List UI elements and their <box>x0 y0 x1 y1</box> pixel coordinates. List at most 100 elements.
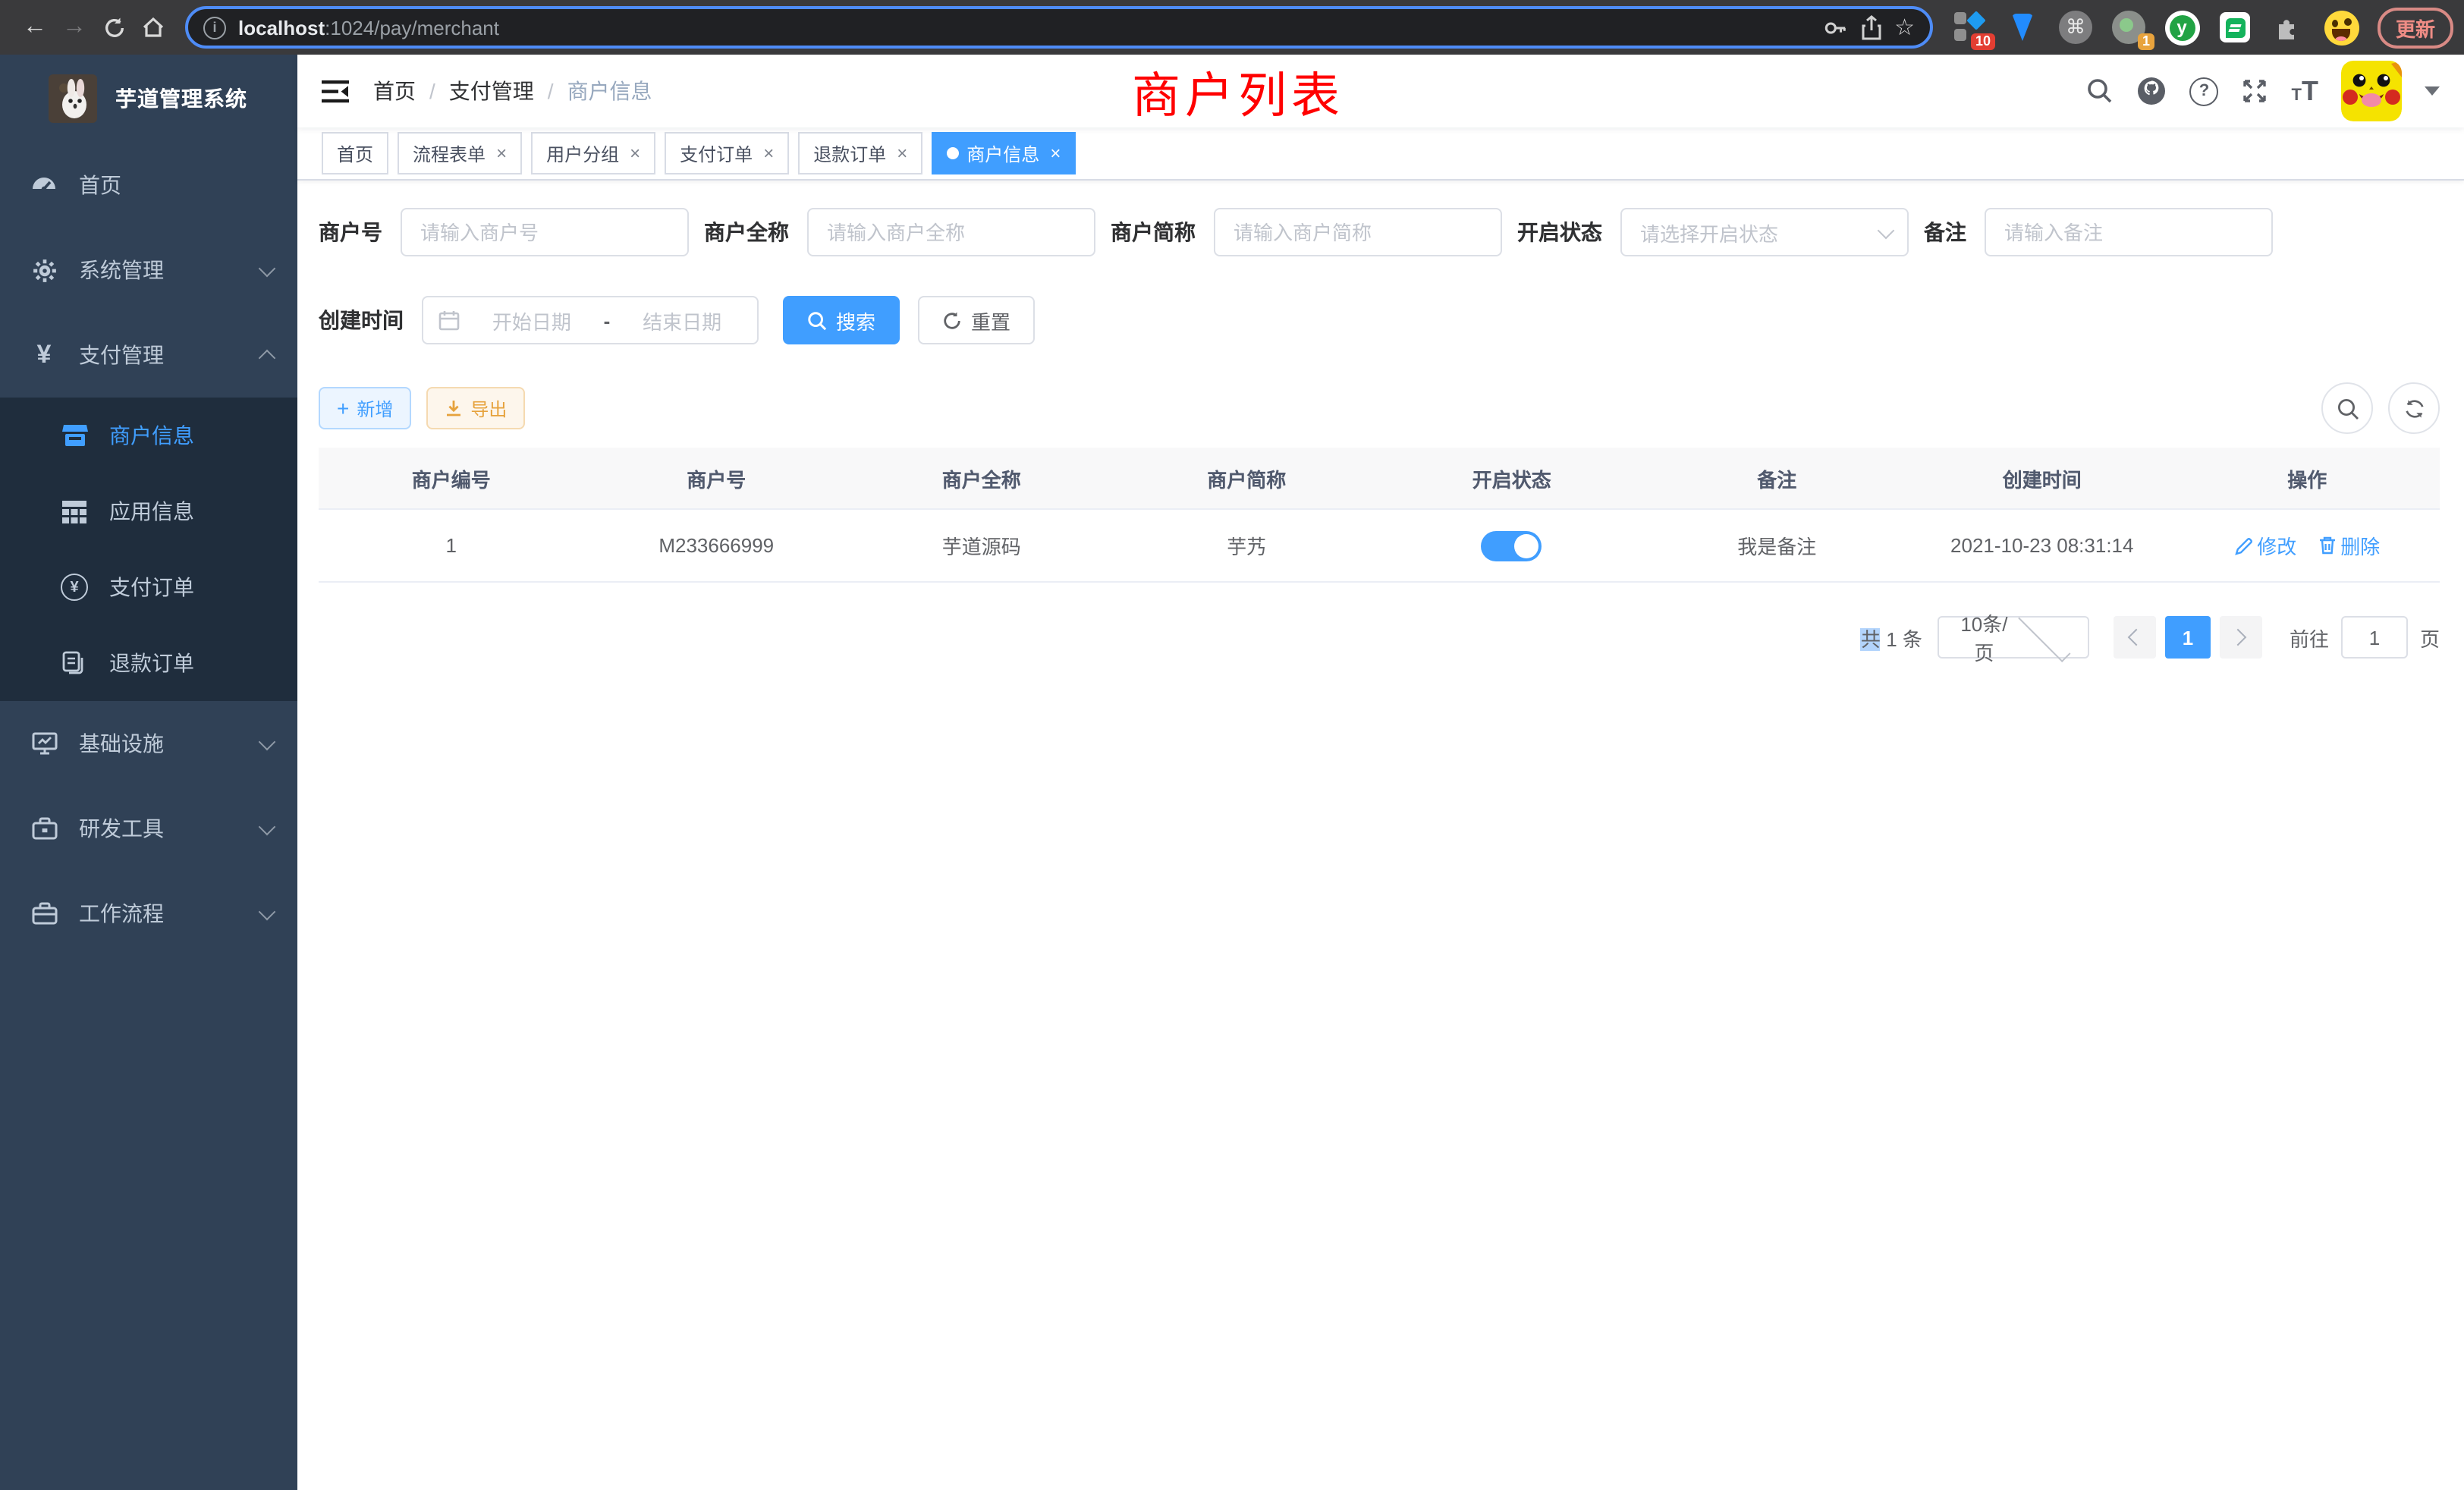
date-end-placeholder[interactable]: 结束日期 <box>622 306 742 335</box>
tab-home[interactable]: 首页 <box>322 132 388 174</box>
url-path: :1024/pay/merchant <box>325 16 499 39</box>
share-icon[interactable] <box>1859 14 1882 40</box>
github-icon[interactable] <box>2137 76 2167 106</box>
url-bar[interactable]: i localhost:1024/pay/merchant ☆ <box>185 6 1933 49</box>
sidebar-item-merchant-info[interactable]: 商户信息 <box>0 398 297 473</box>
sidebar-item-pay[interactable]: ¥ 支付管理 <box>0 313 297 398</box>
sidebar-item-home[interactable]: 首页 <box>0 143 297 228</box>
date-start-placeholder[interactable]: 开始日期 <box>472 306 592 335</box>
close-icon[interactable]: × <box>496 144 507 162</box>
button-label: 导出 <box>470 395 507 421</box>
delete-button[interactable]: 删除 <box>2318 531 2380 560</box>
merchant-no-input[interactable] <box>401 208 689 256</box>
remark-input[interactable] <box>1985 208 2273 256</box>
cell-short-name: 芋艿 <box>1114 509 1380 582</box>
breadcrumb-home[interactable]: 首页 <box>373 76 416 106</box>
sidebar-item-system[interactable]: 系统管理 <box>0 228 297 313</box>
bookmark-star-icon[interactable]: ☆ <box>1894 14 1915 41</box>
field-label: 商户号 <box>319 217 401 247</box>
extension-command-icon[interactable]: ⌘ <box>2057 9 2094 46</box>
close-icon[interactable]: × <box>630 144 640 162</box>
tags-view-bar: 首页 流程表单 × 用户分组× 支付订单× 退款订单 × 商户信息× <box>297 127 2464 181</box>
breadcrumb-pay[interactable]: 支付管理 <box>449 76 534 106</box>
search-icon[interactable] <box>2087 77 2114 105</box>
avatar-caret-icon[interactable] <box>2425 86 2440 96</box>
extension-y-icon[interactable]: y <box>2164 9 2200 46</box>
magnifier-icon <box>2336 397 2359 420</box>
cell-merchant-id: 1 <box>319 509 584 582</box>
chevron-down-icon <box>259 259 276 277</box>
next-page-button[interactable] <box>2220 616 2262 659</box>
sidebar-item-devtools[interactable]: 研发工具 <box>0 786 297 871</box>
close-icon[interactable]: × <box>897 144 907 162</box>
sidebar-item-workflow[interactable]: 工作流程 <box>0 871 297 956</box>
goto-page-input[interactable] <box>2341 616 2408 659</box>
prev-page-button[interactable] <box>2114 616 2156 659</box>
back-icon[interactable]: ← <box>15 8 55 47</box>
pagination-total: 共 1 条 <box>1861 623 1922 652</box>
status-select[interactable]: 请选择开启状态 <box>1620 208 1909 256</box>
extensions-puzzle-icon[interactable] <box>2270 9 2306 46</box>
col-merchant-no: 商户号 <box>584 448 850 509</box>
short-name-input[interactable] <box>1214 208 1502 256</box>
status-toggle[interactable] <box>1482 530 1542 561</box>
tab-label: 流程表单 <box>413 140 486 166</box>
close-icon[interactable]: × <box>1050 144 1061 162</box>
full-name-input[interactable] <box>807 208 1095 256</box>
extension-gem-icon[interactable] <box>2004 9 2041 46</box>
sidebar-item-refund-order[interactable]: 退款订单 <box>0 625 297 701</box>
extension-recorder-icon[interactable]: 1 <box>2110 9 2147 46</box>
help-icon[interactable]: ? <box>2190 77 2219 105</box>
chevron-down-icon <box>2019 609 2071 662</box>
total-prefix: 共 <box>1861 627 1881 650</box>
home-icon[interactable] <box>134 8 173 47</box>
font-size-icon[interactable]: TT <box>2292 77 2318 105</box>
export-button[interactable]: 导出 <box>426 387 525 429</box>
close-icon[interactable]: × <box>763 144 774 162</box>
tab-user-group[interactable]: 用户分组× <box>531 132 655 174</box>
tab-merchant-info[interactable]: 商户信息× <box>932 132 1076 174</box>
sidebar-item-infra[interactable]: 基础设施 <box>0 701 297 786</box>
user-avatar[interactable] <box>2341 61 2402 121</box>
tab-refund-order[interactable]: 退款订单 × <box>798 132 922 174</box>
password-key-icon[interactable] <box>1821 14 1847 40</box>
sidebar-fold-icon[interactable] <box>322 80 349 102</box>
refresh-table-button[interactable] <box>2388 382 2440 434</box>
tab-process-form[interactable]: 流程表单 × <box>398 132 522 174</box>
cell-status <box>1379 509 1645 582</box>
filter-created-time: 创建时间 开始日期 - 结束日期 <box>319 296 759 344</box>
tab-pay-order[interactable]: 支付订单× <box>665 132 789 174</box>
edit-button[interactable]: 修改 <box>2234 532 2296 561</box>
button-label: 修改 <box>2257 532 2296 561</box>
extension-blocks-icon[interactable]: 10 <box>1951 9 1988 46</box>
site-info-icon[interactable]: i <box>203 16 226 39</box>
page-content: 商户号 商户全称 商户简称 开启状态 请选择开启状态 <box>297 181 2464 1490</box>
tab-label: 退款订单 <box>813 140 886 166</box>
toolbox-icon <box>30 815 58 842</box>
url-text[interactable]: localhost:1024/pay/merchant <box>238 16 1809 39</box>
add-button[interactable]: + 新增 <box>319 387 411 429</box>
reset-button[interactable]: 重置 <box>918 296 1035 344</box>
extension-emoji-icon[interactable] <box>2323 9 2359 46</box>
goto-unit: 页 <box>2420 623 2440 652</box>
grid-icon <box>61 498 88 525</box>
date-range-picker[interactable]: 开始日期 - 结束日期 <box>422 296 759 344</box>
page-number-1[interactable]: 1 <box>2165 616 2211 659</box>
reload-icon[interactable] <box>94 8 134 47</box>
chat-glyph <box>2220 12 2250 42</box>
search-button[interactable]: 搜索 <box>783 296 900 344</box>
show-search-button[interactable] <box>2321 382 2373 434</box>
chevron-down-icon <box>259 818 276 835</box>
col-merchant-id: 商户编号 <box>319 448 584 509</box>
button-label: 新增 <box>357 395 393 421</box>
sidebar-item-label: 商户信息 <box>109 420 194 451</box>
forward-icon[interactable]: → <box>55 8 94 47</box>
page-size-select[interactable]: 10条/页 <box>1938 616 2089 659</box>
table-toolbar: + 新增 导出 <box>319 384 2440 432</box>
chrome-update-button[interactable]: 更新 <box>2378 7 2453 48</box>
chevron-right-icon <box>2230 629 2248 646</box>
extension-chat-icon[interactable] <box>2217 9 2253 46</box>
sidebar-item-app-info[interactable]: 应用信息 <box>0 473 297 549</box>
sidebar-item-pay-order[interactable]: ¥ 支付订单 <box>0 549 297 625</box>
fullscreen-icon[interactable] <box>2242 77 2269 105</box>
